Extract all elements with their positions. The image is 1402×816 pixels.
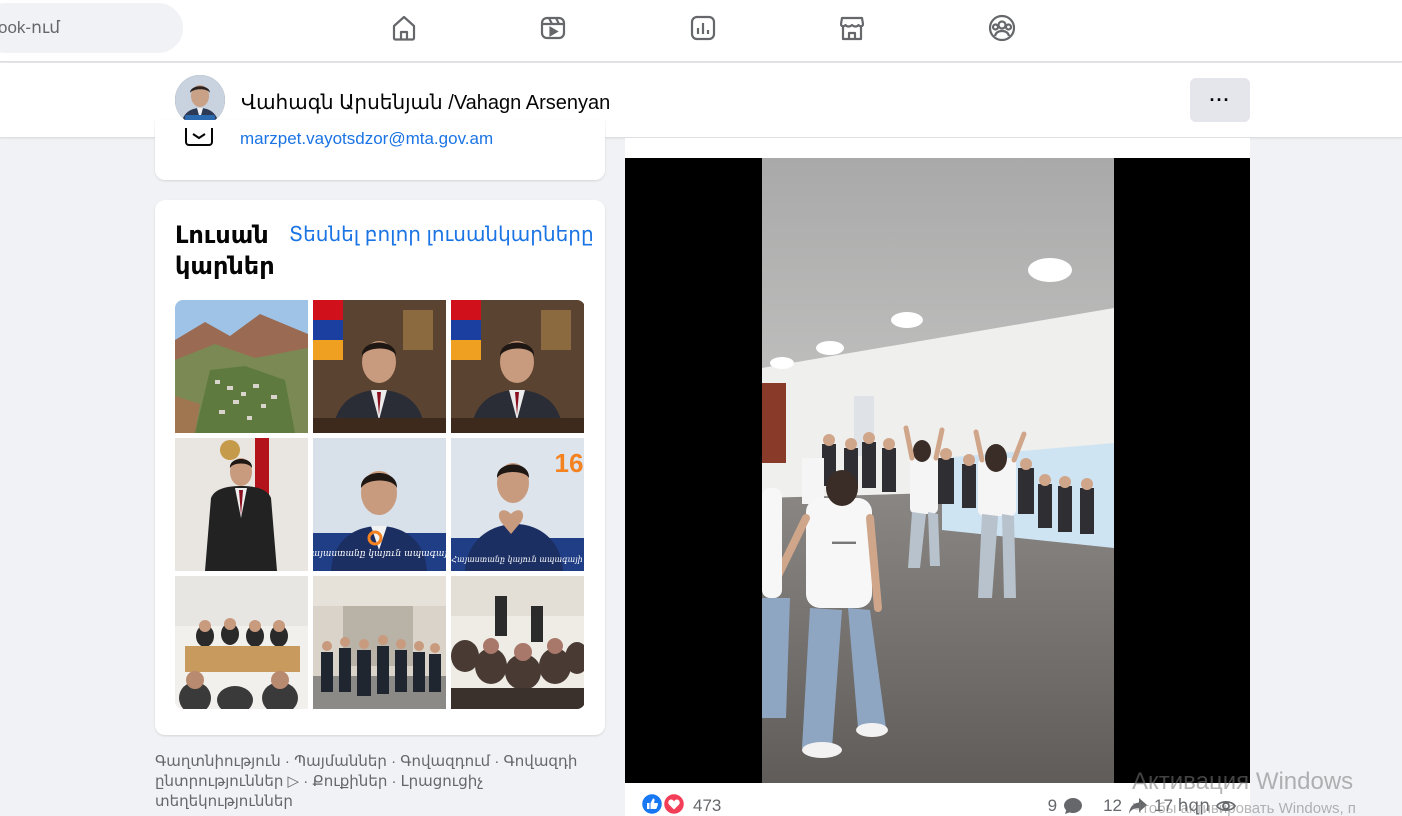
- photo-thumbnail[interactable]: [451, 576, 584, 709]
- search-input[interactable]: ook-ում: [0, 3, 183, 53]
- photo-thumbnail[interactable]: [175, 300, 308, 433]
- top-navigation: ook-ում: [0, 0, 1402, 62]
- post-header-strip: [625, 138, 1250, 158]
- reaction-icons[interactable]: [640, 792, 687, 816]
- comment-count[interactable]: 9: [1048, 796, 1057, 816]
- photo-thumbnail[interactable]: 16 Հայաստանը կայուն ապագայի: [451, 438, 584, 571]
- home-icon[interactable]: [386, 10, 422, 46]
- reaction-count[interactable]: 473: [693, 796, 721, 816]
- video-icon[interactable]: [535, 10, 571, 46]
- photos-title[interactable]: Լուսան կարներ: [175, 220, 285, 282]
- photo-thumbnail[interactable]: [313, 576, 446, 709]
- photo-thumbnail[interactable]: [175, 576, 308, 709]
- email-link[interactable]: marzpet.vayotsdzor@mta.gov.am: [240, 129, 493, 149]
- search-text: ook-ում: [0, 18, 61, 37]
- photos-card: Լուսանկարներ Տեսնել բոլոր լուսանկարները: [155, 200, 605, 735]
- photo-grid: Հայաստանը կայուն ապագայի 16 Հայաստանը կա…: [175, 300, 585, 709]
- stats-icon[interactable]: [685, 10, 721, 46]
- post-video[interactable]: ▬▬▬: [625, 158, 1250, 783]
- mail-icon: [183, 128, 215, 152]
- svg-text:Հայաստանը կայուն ապագայի: Հայաստանը կայուն ապագայի: [451, 555, 582, 564]
- intro-card: marzpet.vayotsdzor@mta.gov.am: [155, 120, 605, 180]
- video-frame[interactable]: ▬▬▬: [762, 158, 1114, 783]
- see-all-photos-link[interactable]: Տեսնել բոլոր լուսանկարները: [289, 222, 594, 247]
- photo-thumbnail[interactable]: [451, 300, 584, 433]
- marketplace-icon[interactable]: [834, 10, 870, 46]
- windows-activation-title: Активация Windows: [1132, 768, 1354, 795]
- photo-thumbnail[interactable]: [313, 300, 446, 433]
- svg-text:Հայաստանը կայուն ապագայի: Հայաստանը կայուն ապագայի: [313, 549, 446, 559]
- svg-text:16: 16: [555, 448, 584, 478]
- photo-thumbnail[interactable]: Հայաստանը կայուն ապագայի: [313, 438, 446, 571]
- groups-icon[interactable]: [984, 10, 1020, 46]
- svg-text:▬▬▬: ▬▬▬: [832, 537, 856, 546]
- more-options-button[interactable]: ···: [1190, 78, 1250, 122]
- windows-activation-subtitle: Чтобы активировать Windows, п: [1132, 800, 1356, 816]
- profile-name[interactable]: Վահագն Արսենյան /Vahagn Arsenyan: [241, 90, 610, 115]
- footer-links[interactable]: Գաղտնիություն · Պայմաններ · Գովազդում · …: [155, 752, 605, 812]
- photo-thumbnail[interactable]: [175, 438, 308, 571]
- share-count[interactable]: 12: [1103, 796, 1122, 816]
- comment-icon: [1063, 797, 1083, 815]
- avatar[interactable]: [175, 75, 225, 125]
